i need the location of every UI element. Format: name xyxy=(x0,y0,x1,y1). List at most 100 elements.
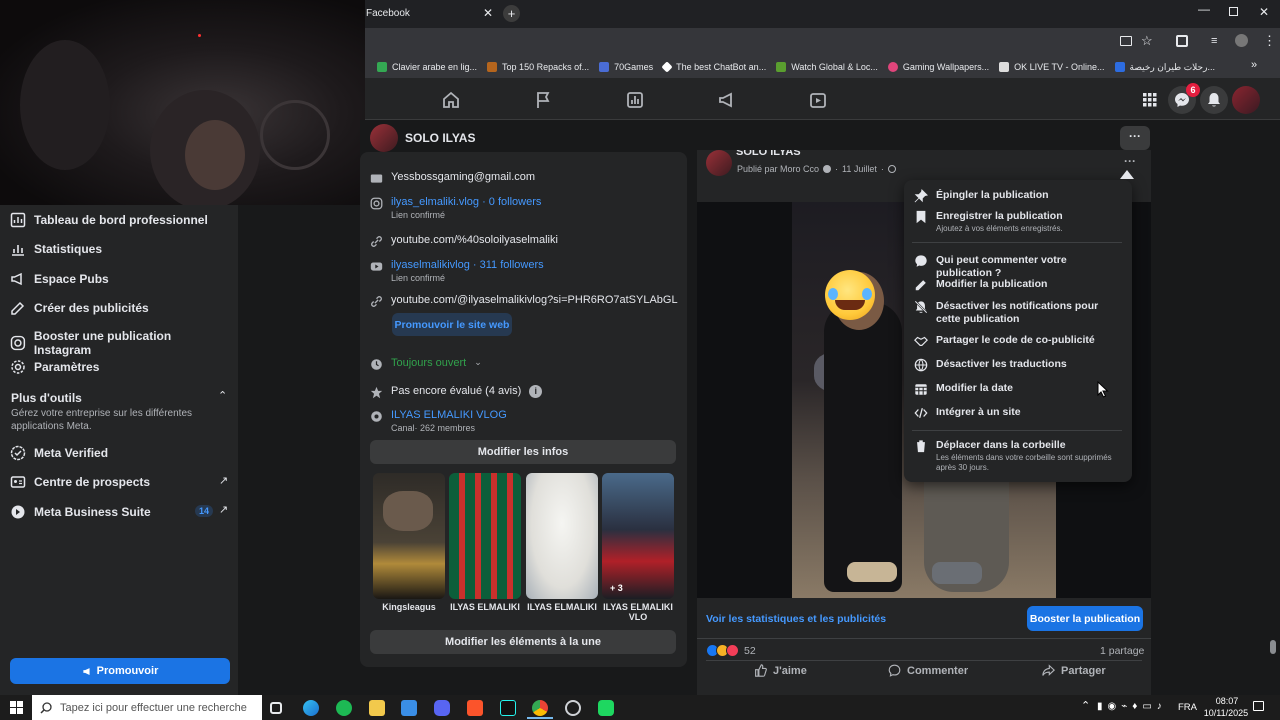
store-icon[interactable] xyxy=(401,700,417,716)
menu-item-disable-translations[interactable]: Désactiver les traductions xyxy=(914,358,1124,372)
sidebar-item-statistics[interactable]: Statistiques xyxy=(10,241,230,257)
menu-item-save[interactable]: Enregistrer la publication Ajoutez à vos … xyxy=(914,210,1124,234)
like-button[interactable]: J'aime xyxy=(754,664,807,677)
taskbar-search-input[interactable]: Tapez ici pour effectuer une recherche xyxy=(32,695,262,720)
bookmark-item[interactable]: OK LIVE TV - Online... xyxy=(999,62,1105,72)
app-icon[interactable] xyxy=(598,700,614,716)
tray-icons[interactable]: ▮◉⌁♦▭♪ xyxy=(1097,701,1167,712)
edge-icon[interactable] xyxy=(303,700,319,716)
chevron-up-icon[interactable]: ⌃ xyxy=(218,389,227,402)
sidebar-item-create-ads[interactable]: Créer des publicités xyxy=(10,300,230,316)
comment-icon xyxy=(915,255,927,267)
menu-item-pin[interactable]: Épingler la publication xyxy=(914,189,1124,203)
bookmark-item[interactable]: Clavier arabe en lig... xyxy=(377,62,477,72)
edit-info-button[interactable]: Modifier les infos xyxy=(370,440,676,464)
menu-item-disable-notifications[interactable]: Désactiver les notifications pour cette … xyxy=(914,300,1124,326)
boost-post-button[interactable]: Booster la publication xyxy=(1027,606,1143,631)
featured-thumb-3[interactable] xyxy=(526,473,598,599)
bookmark-item[interactable]: Watch Global & Loc... xyxy=(776,62,878,72)
bookmark-item[interactable]: Gaming Wallpapers... xyxy=(887,62,989,72)
chrome-icon[interactable] xyxy=(532,700,548,716)
reactions-summary[interactable]: 52 xyxy=(706,644,756,657)
sidebar-item-dashboard[interactable]: Tableau de bord professionnel xyxy=(10,212,230,228)
chevron-down-icon[interactable]: ⌄ xyxy=(474,357,482,368)
home-icon[interactable] xyxy=(441,90,461,110)
sidebar-item-ads-space[interactable]: Espace Pubs xyxy=(10,271,230,287)
menu-item-move-to-trash[interactable]: Déplacer dans la corbeille Les éléments d… xyxy=(914,439,1124,473)
post-author-name[interactable]: SOLO ILYAS xyxy=(736,150,816,158)
new-tab-button[interactable]: + xyxy=(503,5,520,22)
tray-chevron-icon[interactable]: ⌃ xyxy=(1081,699,1090,712)
cast-icon[interactable] xyxy=(1120,36,1132,46)
share-button[interactable]: Partager xyxy=(1042,664,1106,677)
tiktok-icon[interactable] xyxy=(500,700,516,716)
intro-youtube-url2[interactable]: youtube.com/@ilyaselmalikivlog?si=PHR6RO… xyxy=(391,294,678,306)
post-options-icon[interactable]: ··· xyxy=(1124,154,1136,168)
close-window-icon[interactable]: ✕ xyxy=(1259,5,1269,19)
sidebar-tool-prospects[interactable]: Centre de prospects xyxy=(10,474,230,490)
comment-button[interactable]: Commenter xyxy=(888,664,968,677)
intro-instagram-link[interactable]: ilyas_elmaliki.vlog · 0 followers xyxy=(391,196,541,208)
info-icon[interactable]: i xyxy=(529,385,543,398)
bookmark-item[interactable]: Top 150 Repacks of... xyxy=(487,62,589,72)
intro-channel-link[interactable]: ILYAS ELMALIKI VLOG xyxy=(391,409,507,421)
intro-youtube-url[interactable]: youtube.com/%40soloilyaselmaliki xyxy=(391,234,558,246)
ads-megaphone-icon[interactable] xyxy=(717,90,737,110)
clock-date[interactable]: 10/11/2025 xyxy=(1200,708,1252,718)
sidebar-item-boost-instagram[interactable]: Booster une publication Instagram xyxy=(10,329,230,357)
profile-icon[interactable] xyxy=(1235,34,1248,47)
promote-website-button[interactable]: Promouvoir le site web xyxy=(392,313,512,336)
page-more-button[interactable]: ··· xyxy=(1120,126,1150,150)
intro-youtube-channel-link[interactable]: ilyaselmalikivlog · 311 followers xyxy=(391,259,544,271)
menu-item-edit-date[interactable]: Modifier la date xyxy=(914,382,1124,396)
promote-button[interactable]: Promouvoir xyxy=(10,658,230,684)
account-avatar[interactable] xyxy=(1232,86,1260,114)
flag-icon[interactable] xyxy=(533,90,553,110)
page-scrollbar[interactable] xyxy=(1270,640,1276,654)
keyboard-language[interactable]: FRA xyxy=(1178,702,1197,713)
notifications-button[interactable] xyxy=(1200,86,1228,114)
file-explorer-icon[interactable] xyxy=(369,700,385,716)
sidebar-item-settings[interactable]: Paramètres xyxy=(10,359,230,375)
menu-item-embed[interactable]: Intégrer à un site xyxy=(914,406,1124,420)
discord-icon[interactable] xyxy=(434,700,450,716)
app-icon[interactable] xyxy=(565,700,581,716)
star-icon[interactable]: ☆ xyxy=(1141,33,1153,49)
shares-count[interactable]: 1 partage xyxy=(1100,645,1144,657)
extensions-icon[interactable] xyxy=(1176,35,1188,47)
apps-menu-button[interactable] xyxy=(1136,86,1164,114)
task-view-icon[interactable] xyxy=(270,702,282,714)
menu-item-edit-post[interactable]: Modifier la publication xyxy=(914,278,1124,292)
tab-title[interactable]: Facebook xyxy=(366,8,410,19)
windows-start-icon[interactable] xyxy=(10,701,23,714)
bookmarks-overflow-icon[interactable]: » xyxy=(1251,59,1257,71)
intro-hours[interactable]: Toujours ouvert xyxy=(391,357,466,369)
menu-item-who-can-comment[interactable]: Qui peut commenter votre publication ? xyxy=(914,254,1124,280)
minimize-icon[interactable]: — xyxy=(1198,2,1210,16)
restore-icon[interactable] xyxy=(1229,7,1238,16)
edit-featured-button[interactable]: Modifier les éléments à la une xyxy=(370,630,676,654)
brave-icon[interactable] xyxy=(467,700,483,716)
clock-time[interactable]: 08:07 xyxy=(1212,696,1242,706)
chrome-menu-icon[interactable]: ⋮ xyxy=(1263,33,1276,49)
page-avatar[interactable] xyxy=(370,124,398,152)
media-icon[interactable]: ≡ xyxy=(1211,35,1217,47)
page-title[interactable]: SOLO ILYAS xyxy=(405,131,475,145)
spotify-icon[interactable] xyxy=(336,700,352,716)
menu-item-share-code[interactable]: Partager le code de co-publicité xyxy=(914,334,1124,348)
insights-icon[interactable] xyxy=(625,90,645,110)
intro-email[interactable]: Yessbossgaming@gmail.com xyxy=(391,171,535,183)
featured-thumb-4[interactable]: + 3 xyxy=(602,473,674,599)
post-date[interactable]: 11 Juillet xyxy=(842,164,877,174)
bookmark-item[interactable]: 70Games xyxy=(599,62,653,72)
post-author-avatar[interactable] xyxy=(706,150,732,176)
bookmark-item[interactable]: The best ChatBot an... xyxy=(661,61,766,73)
bookmark-item[interactable]: رحلات طيران رخيصة... xyxy=(1114,62,1215,73)
video-icon[interactable] xyxy=(808,90,828,110)
featured-thumb-kingsleague[interactable] xyxy=(373,473,445,599)
post-statistics-link[interactable]: Voir les statistiques et les publicités xyxy=(706,613,886,625)
sidebar-tool-meta-verified[interactable]: Meta Verified xyxy=(10,445,230,461)
notification-center-icon[interactable] xyxy=(1253,701,1264,711)
featured-thumb-2[interactable] xyxy=(449,473,521,599)
close-tab-icon[interactable]: ✕ xyxy=(483,6,493,20)
